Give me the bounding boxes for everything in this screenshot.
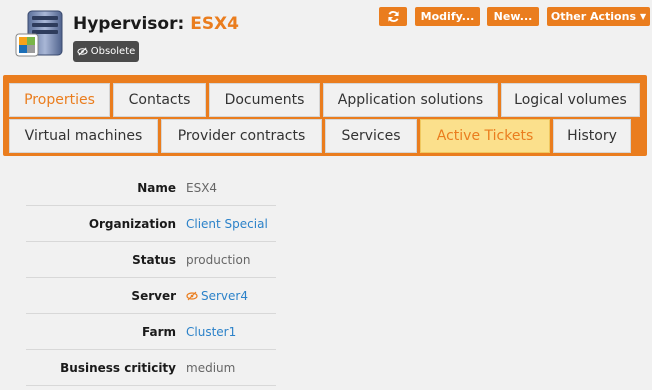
tab-logical-volumes[interactable]: Logical volumes [501,83,640,117]
property-value: production [186,252,251,267]
tab-history[interactable]: History [553,119,631,153]
properties-list: Name ESX4 Organization Client Special St… [26,170,276,386]
other-actions-button[interactable]: Other Actions ▼ [547,7,650,26]
status-badge: Obsolete [73,41,139,62]
property-value: medium [186,360,236,375]
property-label: Business criticity [60,360,176,375]
property-row-status: Status production [26,242,276,278]
property-row-farm: Farm Cluster1 [26,314,276,350]
property-label: Name [137,180,176,195]
other-actions-label: Other Actions [550,10,636,23]
tab-provider-contracts[interactable]: Provider contracts [161,119,322,153]
object-header: Hypervisor: ESX4 Obsolete Modify... New.… [0,0,652,72]
property-label: Status [132,252,176,267]
property-label: Server [131,288,176,303]
server-link-wrapper[interactable]: Server4 [186,289,248,303]
title-object-name: ESX4 [190,14,239,34]
refresh-button[interactable] [379,7,407,26]
property-row-business-criticity: Business criticity medium [26,350,276,386]
eye-slash-icon [77,47,88,56]
property-value: ESX4 [186,180,218,195]
new-button[interactable]: New... [487,7,539,26]
tab-documents[interactable]: Documents [209,83,320,117]
tab-bar: Properties Contacts Documents Applicatio… [3,75,647,156]
refresh-icon [387,11,399,22]
tab-active-tickets[interactable]: Active Tickets [420,119,550,153]
status-badge-label: Obsolete [90,46,136,57]
property-label: Farm [141,324,176,339]
property-label: Organization [88,216,176,231]
tab-properties[interactable]: Properties [9,83,110,117]
property-row-name: Name ESX4 [26,170,276,206]
organization-link[interactable]: Client Special [186,217,268,231]
server-link[interactable]: Server4 [201,289,248,303]
tab-contacts[interactable]: Contacts [113,83,206,117]
property-row-server: Server Server4 [26,278,276,314]
title-prefix: Hypervisor: [73,14,191,34]
tab-virtual-machines[interactable]: Virtual machines [9,119,158,153]
tab-application-solutions[interactable]: Application solutions [323,83,498,117]
modify-button[interactable]: Modify... [415,7,480,26]
page-title: Hypervisor: ESX4 [73,14,239,34]
farm-link[interactable]: Cluster1 [186,325,236,339]
vmware-hypervisor-icon [15,10,63,57]
caret-down-icon: ▼ [640,12,647,21]
property-row-organization: Organization Client Special [26,206,276,242]
tab-services[interactable]: Services [325,119,417,153]
eye-slash-icon [186,291,198,301]
